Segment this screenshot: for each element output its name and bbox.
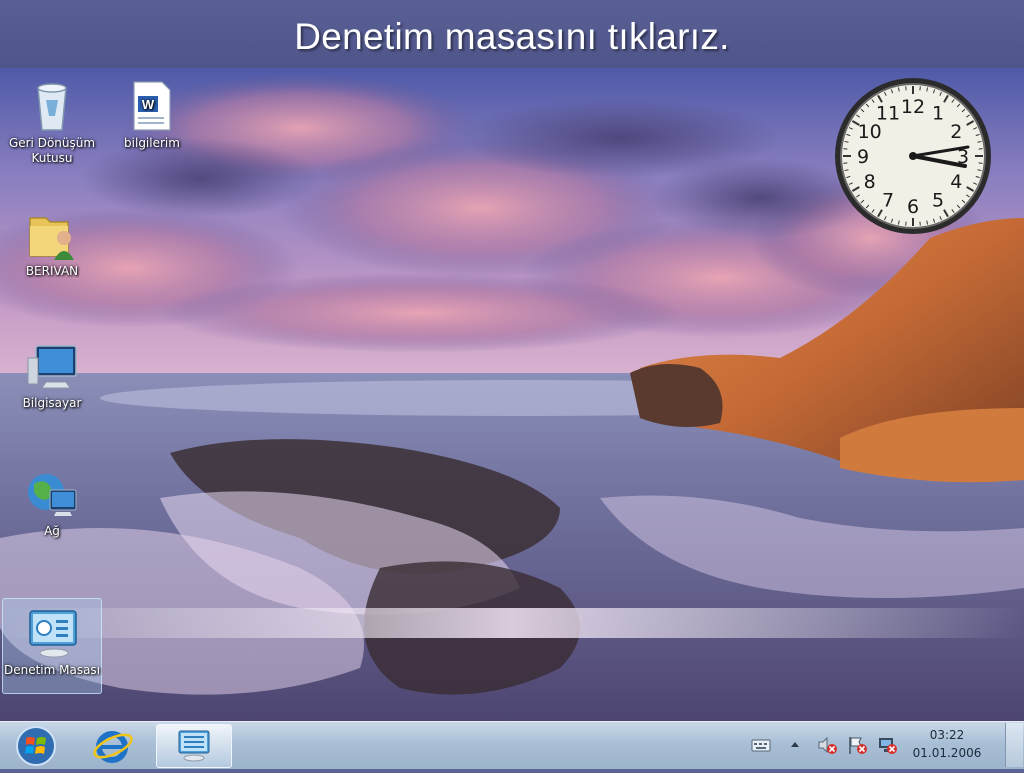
taskbar-date: 01.01.2006 [912,744,982,762]
recycle-bin-icon [24,78,80,134]
show-hidden-icons-arrow[interactable] [788,734,802,756]
clock-numeral: 5 [932,189,944,211]
recycle-bin-desktop-icon[interactable]: Geri Dönüşüm Kutusu [6,78,98,166]
user-folder-icon [24,206,80,262]
word-document-icon: W [124,78,180,134]
denetim-masasi-desktop-icon[interactable]: Denetim Masası [2,598,102,694]
clock-numeral: 6 [907,196,919,218]
speaker-muted-icon[interactable] [816,734,838,756]
control-panel-icon [157,725,231,767]
clock-numeral: 12 [901,96,925,118]
slide-title: Denetim masasını tıklarız. [0,16,1024,58]
svg-text:W: W [142,97,155,112]
ag-label: Ağ [6,524,98,539]
show-desktop-button[interactable] [1005,723,1023,767]
control-panel-icon [24,605,80,661]
clock-numeral: 9 [857,146,869,168]
computer-icon [24,338,80,394]
windows-start-icon [8,724,64,768]
taskbar-time: 03:22 [912,726,982,744]
taskbar-clock[interactable]: 03:22 01.01.2006 [912,726,982,762]
taskbar: 03:22 01.01.2006 [0,721,1024,769]
bilgisayar-label: Bilgisayar [6,396,98,411]
internet-explorer-button[interactable] [90,726,136,766]
action-center-flag-icon[interactable] [846,734,868,756]
slide-header: Denetim masasını tıklarız. [0,0,1024,70]
recycle-bin-label: Geri Dönüşüm Kutusu [6,136,98,166]
clock-numeral: 7 [882,189,894,211]
start-button[interactable] [8,724,64,768]
denetim-masasi-label: Denetim Masası [3,663,101,678]
clock-numeral: 2 [950,121,962,143]
berivan-label: BERIVAN [6,264,98,279]
clock-numeral: 11 [876,103,900,125]
keyboard-icon[interactable] [750,734,772,756]
clock-gadget[interactable]: 121234567891011 [832,75,994,237]
clock-numeral: 1 [932,103,944,125]
network-icon [24,466,80,522]
network-error-icon[interactable] [876,734,898,756]
clock-numeral: 8 [864,171,876,193]
desktop[interactable]: Geri Dönüşüm Kutusu W bilgilerim BERIVAN [0,68,1024,721]
berivan-desktop-icon[interactable]: BERIVAN [6,206,98,279]
control-panel-taskbar-button[interactable] [156,724,232,768]
clock-numeral: 4 [950,171,962,193]
internet-explorer-icon [90,726,136,766]
ag-desktop-icon[interactable]: Ağ [6,466,98,539]
bilgilerim-label: bilgilerim [106,136,198,151]
bilgilerim-desktop-icon[interactable]: W bilgilerim [106,78,198,151]
bilgisayar-desktop-icon[interactable]: Bilgisayar [6,338,98,411]
